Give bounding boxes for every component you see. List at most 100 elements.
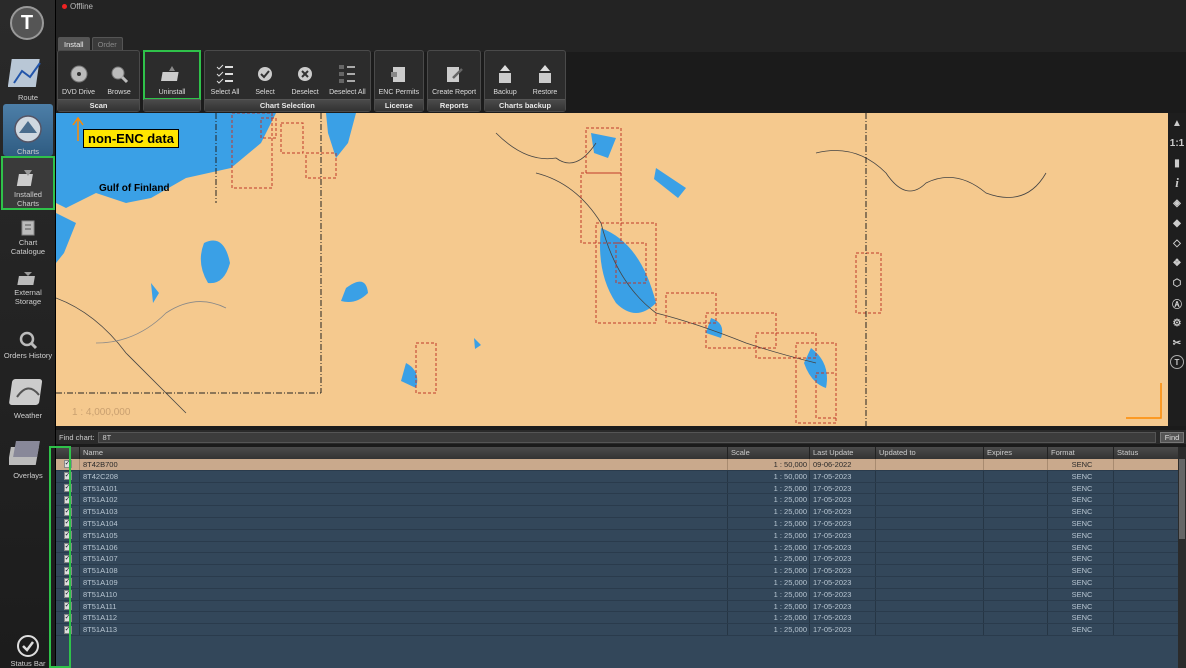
table-row[interactable]: 8T51A1021 : 25,00017-05-2023 SENC <box>56 494 1178 507</box>
sidebar-item-status-bar[interactable]: Status Bar <box>3 614 53 668</box>
create-report-button[interactable]: Create Report <box>428 51 480 99</box>
sidebar-item-external-storage[interactable]: External Storage <box>3 262 53 306</box>
sidebar-item-chart-catalogue[interactable]: Chart Catalogue <box>3 212 53 256</box>
row-checkbox-checked[interactable] <box>63 495 72 504</box>
scale-cell: 1 : 25,000 <box>728 517 810 529</box>
route-tool-icon[interactable]: Ⓐ <box>1169 293 1185 313</box>
scale-cell: 1 : 25,000 <box>728 565 810 576</box>
zoom-one-to-one-button[interactable]: 1:1 <box>1169 133 1185 153</box>
column-header-check[interactable] <box>56 447 80 459</box>
app-logo-icon[interactable]: T <box>10 6 44 40</box>
table-row[interactable]: 8T42C2081 : 50,00017-05-2023 SENC <box>56 470 1178 483</box>
settings-tool-icon[interactable]: ⚙ <box>1169 313 1185 333</box>
scroll-up-icon[interactable]: ▲ <box>1169 113 1185 133</box>
last-update-cell: 17-05-2023 <box>810 541 876 553</box>
table-row[interactable]: 8T51A1101 : 25,00017-05-2023 SENC <box>56 588 1178 601</box>
row-checkbox-checked[interactable] <box>63 590 72 599</box>
app-t-icon[interactable]: T <box>1170 355 1184 369</box>
column-header-scale[interactable]: Scale <box>728 447 810 459</box>
column-header-updated-to[interactable]: Updated to <box>876 447 984 459</box>
chart-tool-3-icon[interactable]: ◇ <box>1169 233 1185 253</box>
select-all-button[interactable]: Select All <box>205 51 245 99</box>
deselect-all-icon <box>339 65 356 83</box>
deselect-all-button[interactable]: Deselect All <box>325 51 370 99</box>
row-checkbox-checked[interactable] <box>63 472 72 481</box>
tab-install[interactable]: Install <box>58 37 90 51</box>
find-button[interactable]: Find <box>1160 431 1184 443</box>
format-cell: SENC <box>1048 506 1114 517</box>
table-scrollbar[interactable] <box>1178 447 1186 668</box>
select-button[interactable]: Select <box>245 51 285 99</box>
chart-tool-4-icon[interactable]: ❖ <box>1169 253 1185 273</box>
chart-name-cell: 8T42B700 <box>80 459 728 470</box>
table-row[interactable]: 8T42B7001 : 50,00009-06-2022 SENC <box>56 459 1178 471</box>
row-checkbox-checked[interactable] <box>63 625 72 634</box>
updated-to-cell <box>876 612 984 624</box>
format-cell: SENC <box>1048 482 1114 494</box>
chart-name-cell: 8T51A113 <box>80 624 728 635</box>
sidebar-item-overlays[interactable]: Overlays <box>3 424 53 480</box>
chart-tool-5-icon[interactable]: ⬡ <box>1169 273 1185 293</box>
last-update-cell: 17-05-2023 <box>810 470 876 482</box>
last-update-cell: 17-05-2023 <box>810 588 876 600</box>
column-header-status[interactable]: Status <box>1114 447 1178 459</box>
table-row[interactable]: 8T51A1011 : 25,00017-05-2023 SENC <box>56 482 1178 495</box>
sidebar-item-label: Route <box>17 93 38 102</box>
chart-tool-2-icon[interactable]: ◆ <box>1169 213 1185 233</box>
backup-button[interactable]: Backup <box>485 51 525 99</box>
table-row[interactable]: 8T51A1121 : 25,00017-05-2023 SENC <box>56 612 1178 625</box>
table-row[interactable]: 8T51A1031 : 25,00017-05-2023 SENC <box>56 506 1178 518</box>
table-row[interactable]: 8T51A1061 : 25,00017-05-2023 SENC <box>56 541 1178 554</box>
table-row[interactable]: 8T51A1091 : 25,00017-05-2023 SENC <box>56 576 1178 589</box>
row-checkbox-checked[interactable] <box>63 566 72 575</box>
row-checkbox-checked[interactable] <box>63 601 72 610</box>
tab-order[interactable]: Order <box>91 37 123 51</box>
chart-map-view[interactable]: non-ENC data Gulf of Finland 1 : 4,000,0… <box>56 113 1168 426</box>
row-checkbox-checked[interactable] <box>63 542 72 551</box>
chart-name-cell: 8T51A102 <box>80 494 728 506</box>
browse-button[interactable]: Browse <box>99 51 139 99</box>
row-checkbox-checked[interactable] <box>63 613 72 622</box>
column-header-last-update[interactable]: Last Update <box>810 447 876 459</box>
row-checkbox-checked[interactable] <box>63 507 72 516</box>
table-row[interactable]: 8T51A1131 : 25,00017-05-2023 SENC <box>56 624 1178 636</box>
uninstall-button[interactable]: Uninstall <box>143 50 202 100</box>
info-button[interactable]: i <box>1169 173 1185 193</box>
map-scale-label: 1 : 4,000,000 <box>72 407 131 418</box>
deselect-button[interactable]: Deselect <box>285 51 325 99</box>
sidebar-item-weather[interactable]: Weather <box>3 364 53 420</box>
scrollbar-thumb[interactable] <box>1179 459 1185 539</box>
expires-cell <box>984 588 1048 600</box>
table-row[interactable]: 8T51A1111 : 25,00017-05-2023 SENC <box>56 600 1178 613</box>
uninstall-label: Uninstall <box>158 89 186 96</box>
dvd-drive-button[interactable]: DVD Drive <box>58 51 99 99</box>
row-checkbox-checked[interactable] <box>63 460 72 469</box>
column-header-name[interactable]: Name <box>80 447 728 459</box>
tools-icon[interactable]: ✂ <box>1169 333 1185 353</box>
chart-tool-1-icon[interactable]: ◈ <box>1169 193 1185 213</box>
sidebar-item-orders-history[interactable]: Orders History <box>3 312 53 360</box>
find-chart-input[interactable] <box>98 431 1156 443</box>
updated-to-cell <box>876 624 984 635</box>
enc-permits-button[interactable]: ENC Permits <box>375 51 423 99</box>
row-checkbox-checked[interactable] <box>63 578 72 587</box>
row-checkbox-checked[interactable] <box>63 531 72 540</box>
sidebar-item-label: Overlays <box>13 471 43 480</box>
table-row[interactable]: 8T51A1081 : 25,00017-05-2023 SENC <box>56 565 1178 577</box>
table-row[interactable]: 8T51A1071 : 25,00017-05-2023 SENC <box>56 553 1178 566</box>
table-row[interactable]: 8T51A1041 : 25,00017-05-2023 SENC <box>56 517 1178 530</box>
updated-to-cell <box>876 588 984 600</box>
restore-button[interactable]: Restore <box>525 51 565 99</box>
row-checkbox-checked[interactable] <box>63 519 72 528</box>
sidebar-item-installed-charts[interactable]: Installed Charts <box>1 156 55 210</box>
layer-toggle-icon[interactable]: ▮ <box>1169 153 1185 173</box>
ribbon-group-license: ENC Permits License <box>373 50 425 112</box>
row-checkbox-checked[interactable] <box>63 554 72 563</box>
column-header-format[interactable]: Format <box>1048 447 1114 459</box>
table-row[interactable]: 8T51A1051 : 25,00017-05-2023 SENC <box>56 529 1178 542</box>
last-update-cell: 17-05-2023 <box>810 565 876 576</box>
sidebar-item-charts[interactable]: Charts <box>3 104 53 156</box>
sidebar-item-route[interactable]: Route <box>3 46 53 102</box>
row-checkbox-checked[interactable] <box>63 483 72 492</box>
column-header-expires[interactable]: Expires <box>984 447 1048 459</box>
